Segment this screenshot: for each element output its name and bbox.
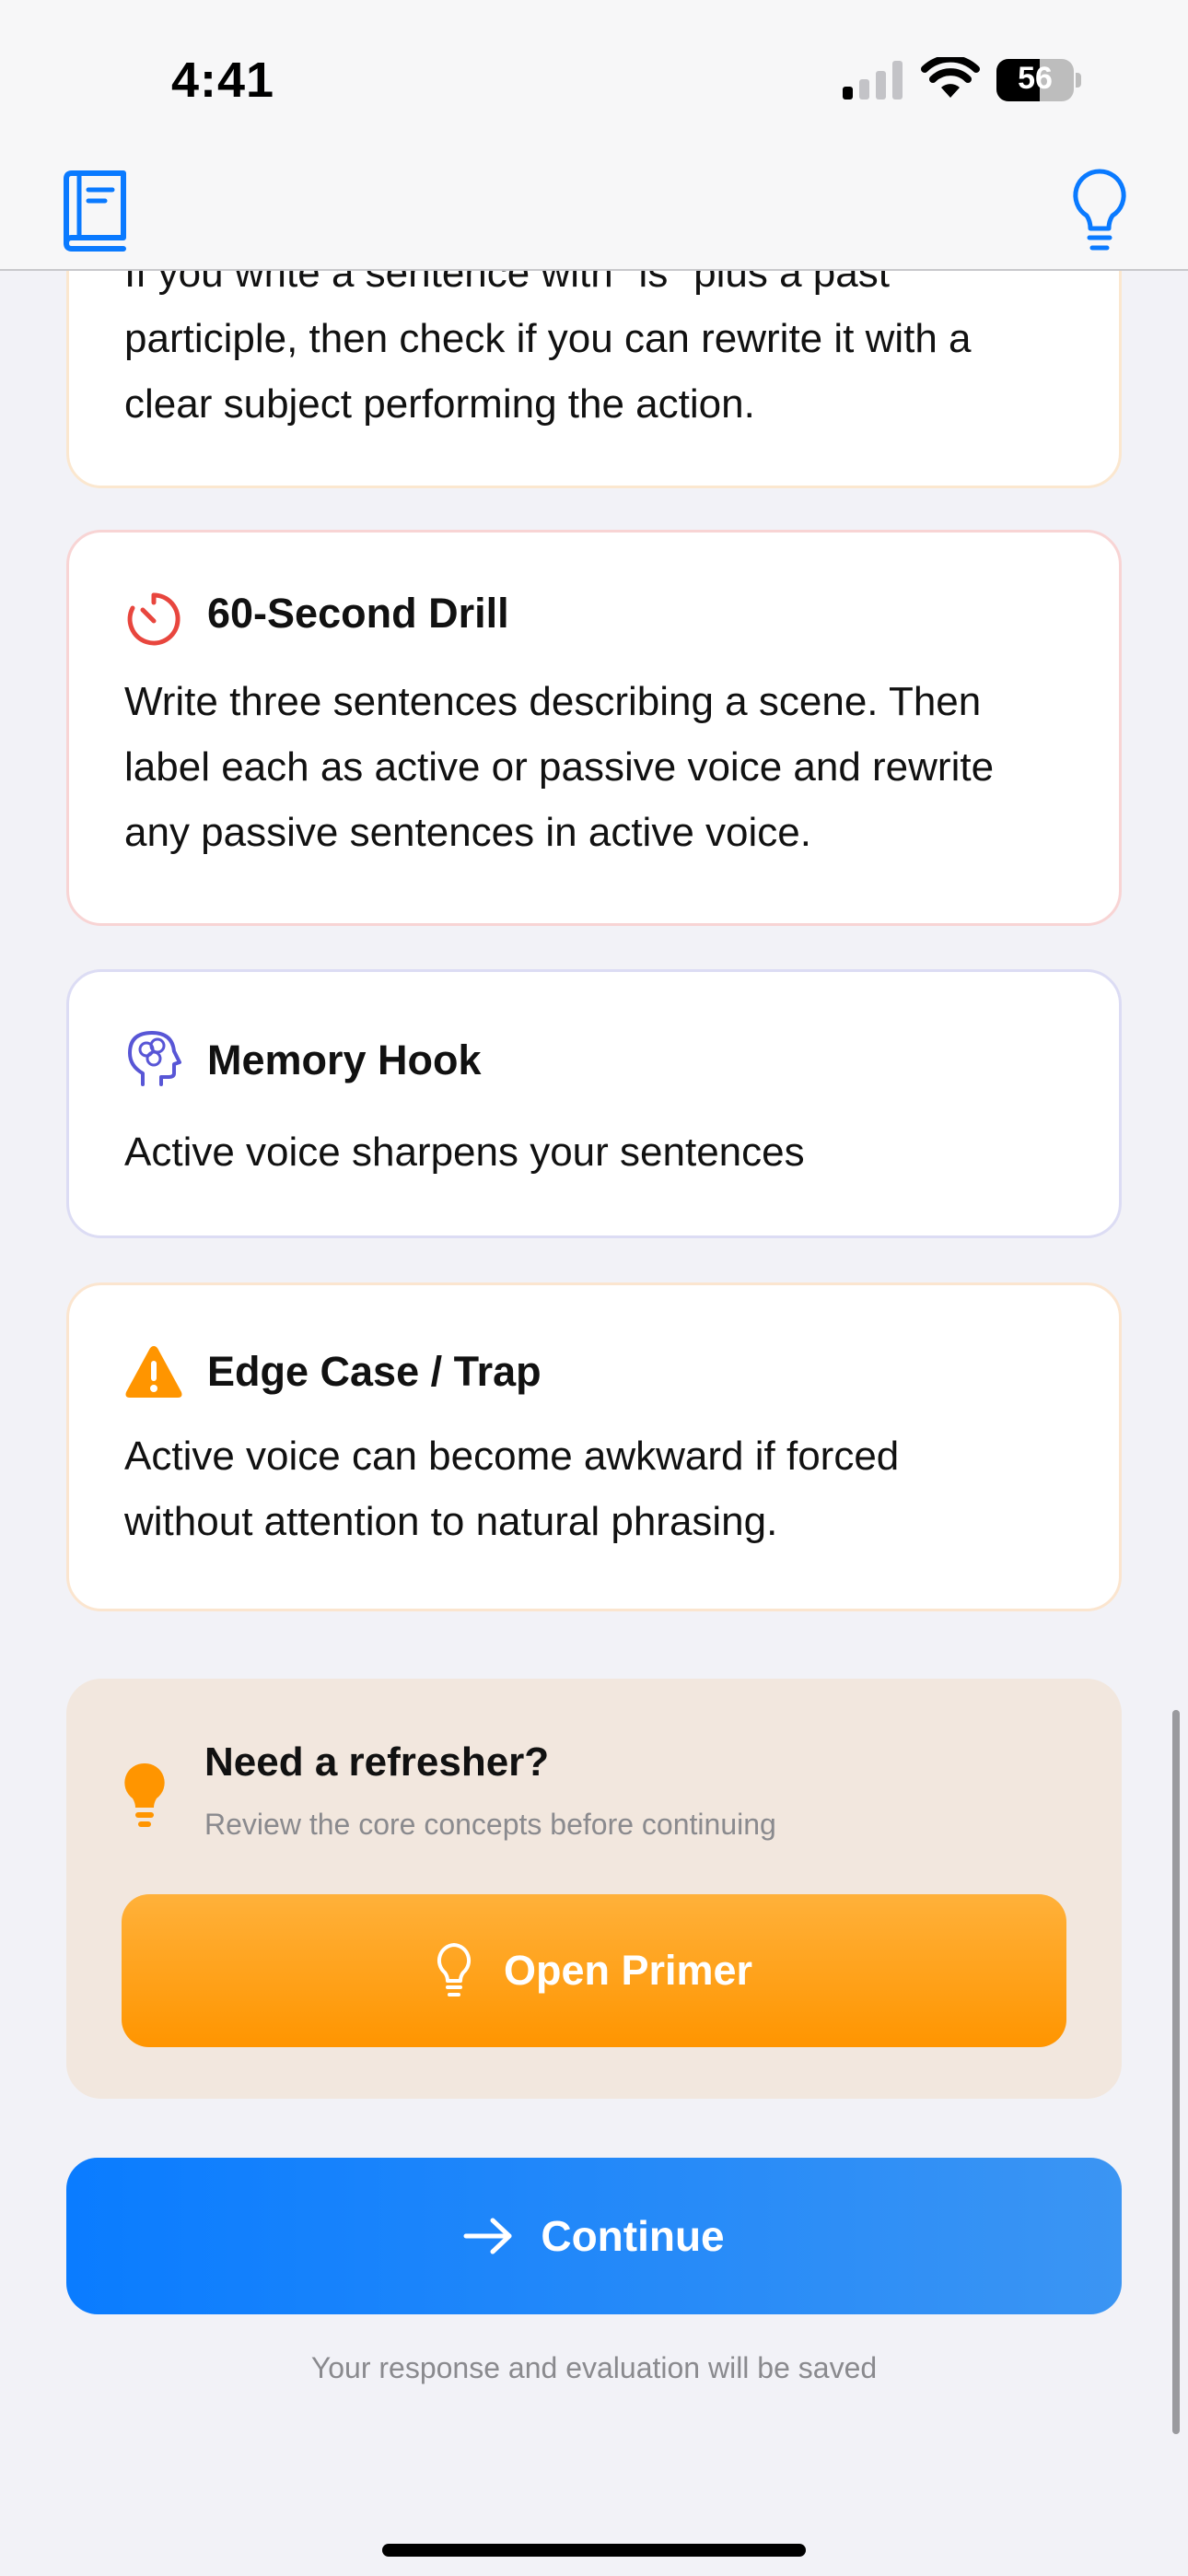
lightbulb-icon xyxy=(124,1762,165,1827)
warning-icon xyxy=(125,1346,182,1398)
battery-indicator: 56 xyxy=(996,59,1081,101)
memory-hook-card: Memory Hook Active voice sharpens your s… xyxy=(66,969,1122,1238)
refresher-title: Need a refresher? xyxy=(204,1739,550,1785)
status-bar: 4:41 56 xyxy=(0,0,1188,157)
memory-hook-text: Active voice sharpens your sentences xyxy=(124,1119,1064,1185)
save-note: Your response and evaluation will be sav… xyxy=(310,2351,878,2384)
lightbulb-icon xyxy=(437,1943,471,1996)
open-primer-button[interactable]: Open Primer xyxy=(122,1894,1066,2047)
book-icon[interactable] xyxy=(59,170,129,252)
rule-card-line: participle, then check if you can rewrit… xyxy=(124,316,972,361)
drill-line: Write three sentences describing a scene… xyxy=(124,679,982,724)
status-time: 4:41 xyxy=(171,53,275,108)
cellular-signal-icon xyxy=(843,61,903,100)
scrollbar[interactable] xyxy=(1172,1710,1180,2434)
home-indicator[interactable] xyxy=(382,2544,806,2557)
memory-hook-line: Active voice sharpens your sentences xyxy=(124,1130,805,1175)
drill-line: label each as active or passive voice an… xyxy=(124,744,995,790)
drill-card: 60-Second Drill Write three sentences de… xyxy=(66,530,1122,926)
wifi-icon xyxy=(921,57,980,98)
memory-hook-title: Memory Hook xyxy=(207,1036,482,1083)
continue-button[interactable]: Continue xyxy=(66,2158,1122,2314)
edge-case-line: Active voice can become awkward if force… xyxy=(124,1434,900,1479)
open-primer-label: Open Primer xyxy=(503,1947,753,1994)
edge-case-card: Edge Case / Trap Active voice can become… xyxy=(66,1282,1122,1611)
timer-icon xyxy=(127,592,181,646)
brain-head-icon xyxy=(128,1031,181,1086)
edge-case-line: without attention to natural phrasing. xyxy=(124,1499,778,1544)
drill-title: 60-Second Drill xyxy=(207,590,509,637)
refresher-panel: Need a refresher? Review the core concep… xyxy=(66,1679,1122,2099)
rule-card-line: clear subject performing the action. xyxy=(124,381,755,427)
continue-label: Continue xyxy=(541,2212,725,2260)
arrow-right-icon xyxy=(463,2218,512,2254)
lightbulb-icon[interactable] xyxy=(1070,168,1129,256)
refresher-subtitle: Review the core concepts before continui… xyxy=(204,1808,776,1841)
battery-percent: 56 xyxy=(1018,61,1053,96)
navigation-bar xyxy=(0,157,1188,271)
drill-text: Write three sentences describing a scene… xyxy=(124,669,1064,865)
edge-case-text: Active voice can become awkward if force… xyxy=(124,1423,1064,1554)
drill-line: any passive sentences in active voice. xyxy=(124,810,811,855)
edge-case-title: Edge Case / Trap xyxy=(207,1348,542,1395)
